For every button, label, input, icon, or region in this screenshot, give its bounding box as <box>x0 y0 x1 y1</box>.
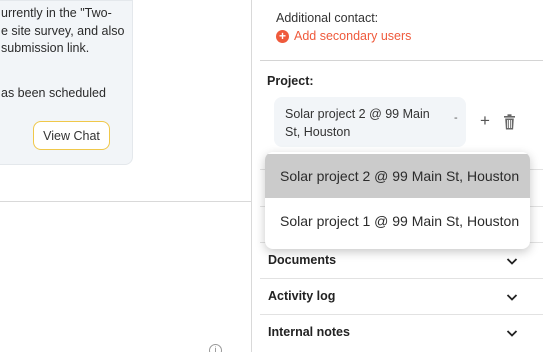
plus-circle-icon: + <box>276 29 289 43</box>
chat-summary-card: urrently in the "Two- e site survey, and… <box>0 0 133 165</box>
section-label: Internal notes <box>268 325 350 339</box>
add-secondary-users-label: Add secondary users <box>294 29 412 43</box>
project-option[interactable]: Solar project 1 @ 99 Main St, Houston <box>265 199 530 243</box>
additional-contact-label: Additional contact: <box>276 11 379 25</box>
divider <box>260 60 543 61</box>
chevron-down-icon <box>506 294 518 301</box>
section-activity-log[interactable]: Activity log <box>260 278 543 314</box>
chat-text-line: submission link. <box>1 41 90 55</box>
info-icon[interactable]: i <box>209 344 222 352</box>
chat-text-line: as been scheduled <box>1 86 106 100</box>
chat-panel: urrently in the "Two- e site survey, and… <box>0 0 251 352</box>
trash-icon[interactable] <box>503 114 516 130</box>
chevron-down-icon <box>506 258 518 265</box>
view-chat-button[interactable]: View Chat <box>33 121 110 150</box>
caret-icon: - <box>454 112 458 124</box>
project-label: Project: <box>267 74 314 88</box>
project-option[interactable]: Solar project 2 @ 99 Main St, Houston <box>265 154 530 198</box>
section-label: Activity log <box>268 289 336 303</box>
chat-text-line: e site survey, and also <box>1 24 125 38</box>
project-select[interactable]: Solar project 2 @ 99 Main St, Houston - <box>274 97 466 147</box>
section-label: Documents <box>268 253 337 267</box>
project-select-value: Solar project 2 @ 99 Main St, Houston <box>285 107 430 139</box>
add-project-icon[interactable]: + <box>480 112 490 129</box>
chevron-down-icon <box>506 330 518 337</box>
section-internal-notes[interactable]: Internal notes <box>260 314 543 350</box>
divider <box>0 201 251 202</box>
chat-text-line: urrently in the "Two- <box>1 6 112 20</box>
project-dropdown-menu: Solar project 2 @ 99 Main St, Houston So… <box>265 152 530 249</box>
add-secondary-users-link[interactable]: + Add secondary users <box>276 29 411 43</box>
